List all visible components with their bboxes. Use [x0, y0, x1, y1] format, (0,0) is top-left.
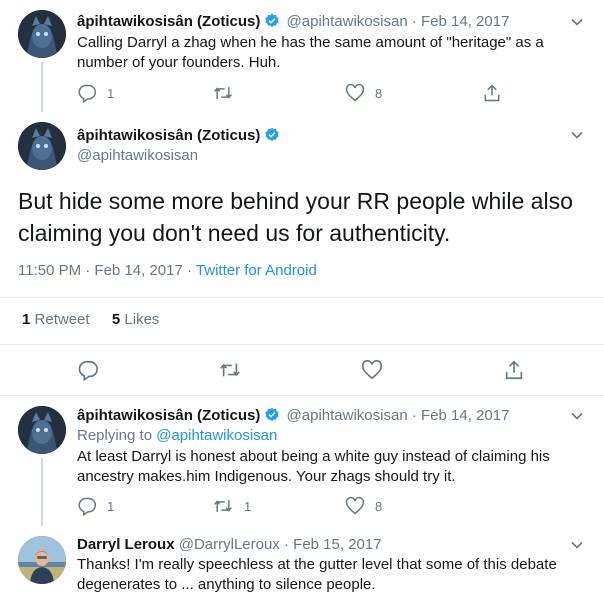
replying-label: Replying to	[77, 427, 153, 444]
like-icon	[345, 83, 365, 102]
like-button[interactable]: 8	[345, 82, 382, 104]
like-count: 8	[375, 85, 383, 101]
verified-icon	[264, 13, 280, 35]
retweet-button[interactable]	[212, 82, 244, 104]
share-icon	[484, 84, 500, 102]
client-link[interactable]: Twitter for Android	[196, 262, 317, 279]
share-button[interactable]	[503, 357, 525, 383]
retweet-count: 1	[244, 498, 252, 514]
chevron-down-icon[interactable]	[570, 128, 584, 142]
chevron-down-icon[interactable]	[570, 15, 584, 29]
tweet-meta: 11:50 PM · Feb 14, 2017 · Twitter for An…	[18, 261, 317, 281]
like-icon	[345, 496, 365, 515]
chevron-down-icon[interactable]	[570, 409, 584, 423]
share-icon	[505, 360, 523, 380]
like-icon	[361, 359, 383, 380]
thread-line	[41, 458, 43, 526]
retweet-stat[interactable]: 1 Retweet	[22, 311, 90, 328]
reply-icon	[78, 497, 97, 516]
tweet-focused: âpihtawikosisân (Zoticus) @apihtawikosis…	[0, 112, 604, 396]
tweet-thread: âpihtawikosisân (Zoticus) @apihtawikosis…	[0, 0, 604, 600]
author-name[interactable]: Darryl Leroux	[77, 536, 175, 553]
tweet-date[interactable]: Feb 14, 2017	[421, 407, 509, 424]
retweet-button[interactable]	[218, 357, 242, 383]
retweet-button[interactable]: 1	[212, 495, 251, 517]
reply-button[interactable]: 1	[77, 82, 114, 104]
tweet-timestamp[interactable]: 11:50 PM · Feb 14, 2017	[18, 262, 183, 279]
tweet-text: At least Darryl is honest about being a …	[77, 448, 550, 485]
separator: ·	[283, 536, 289, 553]
separator: ·	[411, 407, 417, 424]
avatar[interactable]	[18, 536, 66, 584]
tweet-date[interactable]: Feb 15, 2017	[293, 536, 381, 553]
tweet-text: But hide some more behind your RR people…	[18, 188, 573, 246]
like-count: 8	[375, 498, 383, 514]
tweet-3[interactable]: âpihtawikosisân (Zoticus) @apihtawikosis…	[0, 396, 604, 526]
like-stat-count: 5	[111, 311, 121, 328]
retweet-icon	[214, 87, 232, 99]
divider	[0, 344, 604, 345]
reply-button[interactable]	[77, 357, 99, 383]
tweet-actions	[0, 357, 604, 383]
author-handle[interactable]: @apihtawikosisan	[77, 146, 198, 166]
author-name[interactable]: âpihtawikosisân (Zoticus)	[77, 407, 260, 424]
tweet-4[interactable]: Darryl Leroux @DarrylLeroux · Feb 15, 20…	[0, 526, 604, 600]
replying-to-link[interactable]: @apihtawikosisan	[156, 427, 277, 444]
tweet-actions: 1 1 8	[77, 495, 517, 517]
tweet-text: Calling Darryl a zhag when he has the sa…	[77, 34, 544, 71]
like-button[interactable]: 8	[345, 495, 382, 517]
verified-icon	[264, 127, 280, 149]
thread-line	[41, 62, 43, 112]
divider	[0, 297, 604, 298]
tweet-header: Darryl Leroux @DarrylLeroux · Feb 15, 20…	[77, 535, 382, 555]
retweet-stat-label: Retweet	[34, 311, 90, 328]
retweet-icon	[220, 363, 240, 377]
author-name[interactable]: âpihtawikosisân (Zoticus)	[77, 13, 260, 30]
tweet-stats: 1 Retweet 5 Likes	[22, 310, 159, 330]
reply-button[interactable]: 1	[77, 495, 114, 517]
tweet-date[interactable]: Feb 14, 2017	[421, 13, 509, 30]
like-button[interactable]	[361, 357, 383, 383]
author-name[interactable]: âpihtawikosisân (Zoticus)	[77, 127, 260, 144]
like-stat[interactable]: 5 Likes	[112, 311, 160, 328]
replying-to: Replying to @apihtawikosisan	[77, 426, 582, 446]
like-stat-label: Likes	[124, 311, 160, 328]
tweet-1[interactable]: âpihtawikosisân (Zoticus) @apihtawikosis…	[0, 0, 604, 112]
tweet-text: Thanks! I'm really speechless at the gut…	[77, 556, 557, 593]
retweet-icon	[214, 500, 232, 512]
avatar[interactable]	[18, 10, 66, 58]
reply-icon	[78, 84, 97, 103]
separator: ·	[187, 262, 192, 279]
tweet-actions: 1 8	[77, 82, 517, 104]
author-handle[interactable]: @DarrylLeroux	[179, 536, 280, 553]
avatar[interactable]	[18, 406, 66, 454]
avatar[interactable]	[18, 122, 66, 170]
tweet-header: âpihtawikosisân (Zoticus) @apihtawikosis…	[77, 12, 509, 35]
author-handle[interactable]: @apihtawikosisan	[287, 407, 408, 424]
reply-count: 1	[107, 498, 115, 514]
reply-count: 1	[107, 85, 115, 101]
reply-icon	[78, 360, 98, 381]
retweet-stat-count: 1	[22, 311, 31, 328]
separator: ·	[411, 13, 417, 30]
share-button[interactable]	[482, 82, 502, 104]
chevron-down-icon[interactable]	[570, 538, 584, 552]
author-handle[interactable]: @apihtawikosisan	[287, 13, 408, 30]
